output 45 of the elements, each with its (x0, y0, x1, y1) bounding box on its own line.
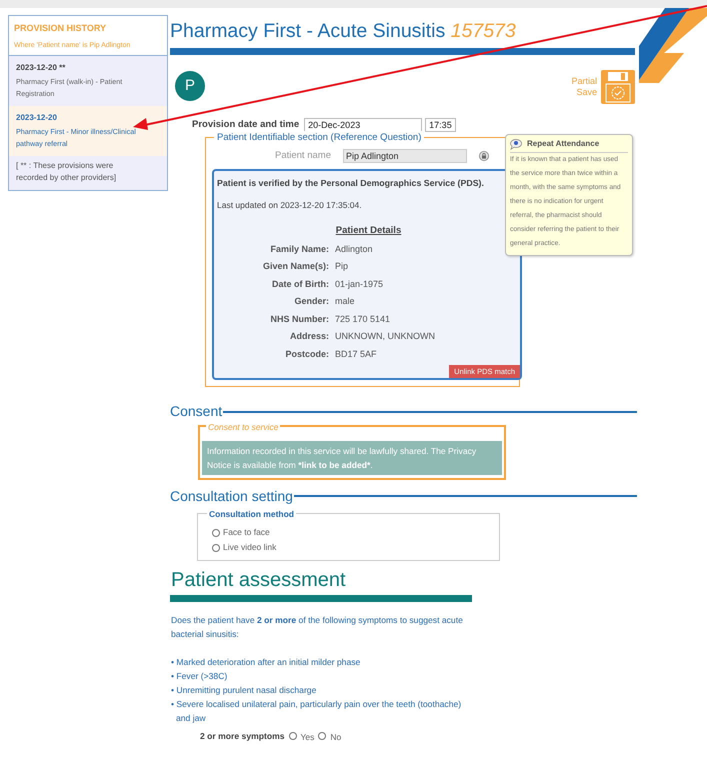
symptom-item: • Severe localised unilateral pain, particularly pain over the teeth (toothache) and jaw (171, 698, 462, 725)
detail-value: BD17 5AF (335, 348, 378, 361)
detail-label: Date of Birth: (271, 278, 329, 291)
detail-label: Postcode: (284, 348, 329, 361)
speech-bubble-icon (510, 138, 522, 150)
detail-value: male (335, 295, 356, 308)
field-label: Patient name (275, 148, 331, 162)
option-label[interactable]: Yes (300, 730, 314, 744)
detail-label: Address: (288, 330, 329, 344)
partial-save-label: Partial Save (570, 76, 597, 98)
section-heading: Consent (170, 402, 222, 422)
radio-button[interactable] (212, 544, 220, 552)
footnote-text: [ ** : These provisions were recorded by other providers] (15, 160, 118, 184)
field-label: Provision date and time (192, 118, 300, 132)
symptom-item: • Fever (>38C) (171, 670, 228, 683)
radio-button[interactable] (212, 528, 220, 537)
detail-label: NHS Number: (269, 312, 329, 326)
field-label: 2 or more symptoms (200, 730, 285, 743)
detail-label: Given Name(s): (262, 260, 329, 274)
lock-icon (478, 150, 489, 161)
option-label[interactable]: No (330, 730, 342, 744)
date-field[interactable]: 20-Dec-2023 (304, 118, 422, 132)
tooltip-title: Repeat Attendance (527, 138, 600, 150)
patient-name-field[interactable]: Pip Adlington (342, 148, 467, 163)
radio-button[interactable] (288, 732, 297, 740)
detail-value: 725 170 5141 (335, 312, 392, 326)
panel-title: PROVISION HISTORY (14, 22, 108, 35)
detail-label: Gender: (293, 295, 329, 308)
avatar: P (175, 71, 205, 101)
detail-label: Family Name: (269, 242, 329, 256)
radio-button[interactable] (318, 732, 326, 740)
page-title: Pharmacy First - Acute Sinusitis 157573 (170, 19, 517, 44)
symptom-item: • Unremitting purulent nasal discharge (171, 684, 318, 697)
time-field[interactable]: 17:35 (425, 118, 456, 132)
detail-value: 01-jan-1975 (335, 278, 384, 291)
detail-value: UNKNOWN, UNKNOWN (335, 330, 436, 344)
symptom-item: • Marked deterioration after an initial milder phase (171, 656, 362, 669)
updated-text: Last updated on 2023-12-20 17:35:04. (217, 198, 362, 212)
detail-value: Pip (335, 260, 350, 274)
section-heading: Patient assessment (171, 568, 347, 592)
option-label[interactable]: Live video link (223, 541, 276, 554)
question-text: Does the patient have 2 or more of the following symptoms to suggest acute bacterial sinusitis: (171, 614, 464, 641)
section-heading: Consultation setting (170, 486, 293, 506)
consent-notice: Information recorded in this service will be lawfully shared. The Privacy Notice is available from *link to be added*. (202, 440, 502, 475)
option-label[interactable]: Face to face (223, 526, 270, 540)
